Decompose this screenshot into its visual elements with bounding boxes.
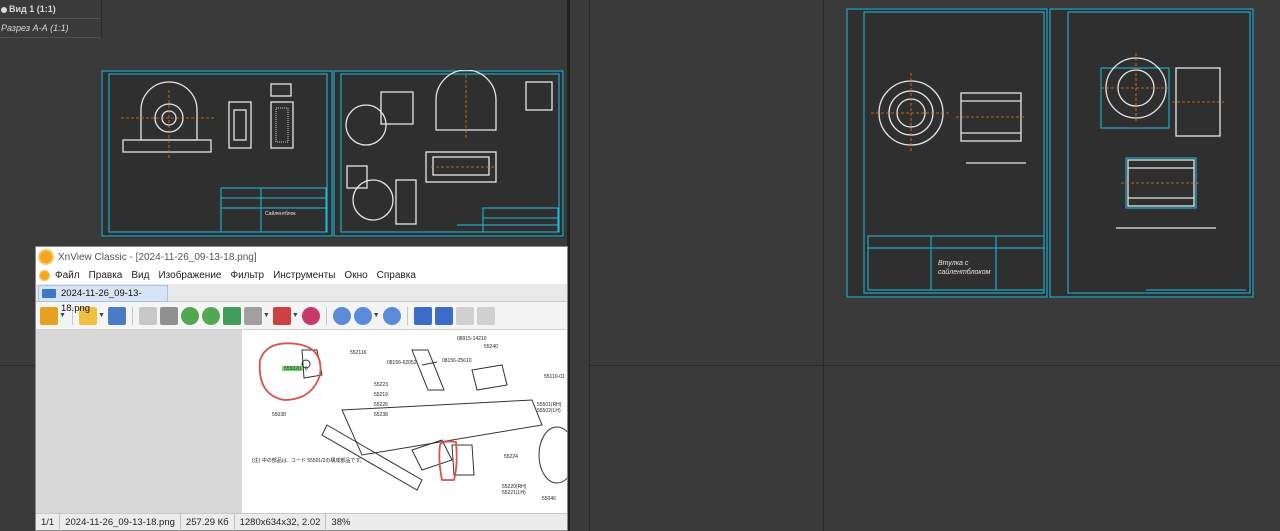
- menu-item-edit[interactable]: Правка: [89, 270, 123, 281]
- status-page: 1/1: [36, 513, 61, 531]
- chevron-down-icon[interactable]: ▼: [292, 312, 299, 319]
- title-block-text: Втулка с: [938, 260, 969, 267]
- export-icon[interactable]: [222, 306, 241, 325]
- color-adjust-icon[interactable]: [272, 306, 291, 325]
- chevron-down-icon[interactable]: ▼: [373, 312, 380, 319]
- tab-image[interactable]: 2024-11-26_09-13-18.png: [38, 285, 168, 314]
- part-label: 55240: [484, 344, 498, 350]
- image-viewport[interactable]: 55502(LH) 55211K 08915-14210 08156-62052…: [36, 330, 567, 514]
- panel-divider[interactable]: [589, 0, 590, 531]
- app-menu-icon[interactable]: [40, 271, 49, 280]
- zoom-in-icon[interactable]: [332, 306, 351, 325]
- part-label: 55223: [374, 382, 388, 388]
- toolbar-separator: [131, 306, 133, 325]
- zoom-icon[interactable]: [353, 306, 372, 325]
- menu-item-image[interactable]: Изображение: [158, 270, 221, 281]
- panel-divider: [823, 365, 1280, 366]
- title-block-text: сайлентблоком: [938, 268, 991, 276]
- part-label: 08156-62052: [387, 360, 417, 366]
- undo-icon[interactable]: [138, 306, 157, 325]
- part-label: 55110-01: [544, 374, 565, 380]
- effects-icon[interactable]: [301, 306, 320, 325]
- part-label: 55219: [374, 392, 388, 398]
- toolbar-separator: [325, 306, 327, 325]
- part-label: 55046: [542, 496, 556, 502]
- tree-item-label: Вид 1 (1:1): [9, 4, 56, 14]
- chevron-down-icon[interactable]: ▼: [263, 312, 270, 319]
- drawing-sheet-left[interactable]: Сайлентблок: [101, 70, 565, 238]
- menu-bar: Файл Правка Вид Изображение Фильтр Инстр…: [36, 267, 567, 284]
- part-label: 55221(LH): [502, 490, 526, 496]
- bullet-icon: [1, 6, 7, 13]
- tree-item-label: Разрез А-А (1:1): [1, 23, 69, 33]
- zoom-out-icon[interactable]: [382, 306, 401, 325]
- crop-icon[interactable]: [159, 306, 178, 325]
- part-label: 55211K: [350, 350, 368, 356]
- toolbar-separator: [406, 306, 408, 325]
- tree-item-view1[interactable]: Вид 1 (1:1): [0, 0, 101, 19]
- image-note: (注) 中の部品は.. コード 55501/2の構成部品です。: [252, 457, 365, 464]
- status-filesize: 257.29 Кб: [181, 513, 235, 531]
- rotate-right-icon[interactable]: [201, 306, 220, 325]
- part-label: 55502(LH): [284, 366, 308, 372]
- save-icon[interactable]: [107, 306, 126, 325]
- tree-item-section[interactable]: Разрез А-А (1:1): [0, 19, 101, 38]
- status-zoom: 38%: [331, 516, 351, 528]
- window-titlebar[interactable]: XnView Classic - [2024-11-26_09-13-18.pn…: [36, 247, 567, 267]
- menu-item-filter[interactable]: Фильтр: [230, 270, 264, 281]
- toolbar: ▼ ▼ ▼ ▼ ▼: [36, 302, 567, 330]
- part-label: 55502(LH): [537, 408, 561, 414]
- panel-divider: [589, 365, 823, 366]
- next-icon[interactable]: [434, 306, 453, 325]
- image-icon: [42, 289, 56, 298]
- menu-item-tools[interactable]: Инструменты: [273, 270, 335, 281]
- panel-divider[interactable]: [823, 0, 824, 531]
- menu-item-help[interactable]: Справка: [377, 270, 416, 281]
- part-label: 55226: [374, 402, 388, 408]
- first-page-icon[interactable]: [455, 306, 474, 325]
- rotate-left-icon[interactable]: [180, 306, 199, 325]
- panel-divider: [0, 365, 35, 366]
- drawing-sheet-right[interactable]: Втулка с сайлентблоком: [846, 8, 1254, 298]
- menu-item-view[interactable]: Вид: [131, 270, 149, 281]
- xnview-window[interactable]: XnView Classic - [2024-11-26_09-13-18.pn…: [35, 246, 568, 531]
- model-tree: Вид 1 (1:1) Разрез А-А (1:1): [0, 0, 101, 38]
- window-title: XnView Classic - [2024-11-26_09-13-18.pn…: [58, 251, 257, 263]
- last-page-icon[interactable]: [476, 306, 495, 325]
- status-dimensions: 1280x634x32, 2.02: [235, 513, 327, 531]
- displayed-image[interactable]: 55502(LH) 55211K 08915-14210 08156-62052…: [242, 330, 567, 514]
- menu-item-file[interactable]: Файл: [55, 270, 80, 281]
- menu-item-window[interactable]: Окно: [344, 270, 367, 281]
- tab-bar: 2024-11-26_09-13-18.png: [36, 284, 567, 314]
- resize-icon[interactable]: [243, 306, 262, 325]
- part-label: 55238: [374, 412, 388, 418]
- xnview-logo-icon: [40, 251, 52, 263]
- status-bar: 1/1 2024-11-26_09-13-18.png 257.29 Кб 12…: [36, 513, 567, 531]
- part-label: 55224: [504, 454, 518, 460]
- part-label: 55038: [272, 412, 286, 418]
- chevron-down-icon[interactable]: ▼: [98, 312, 105, 319]
- svg-text:Сайлентблок: Сайлентблок: [265, 210, 296, 217]
- browser-icon[interactable]: [40, 306, 58, 325]
- status-filename: 2024-11-26_09-13-18.png: [60, 513, 181, 531]
- panel-divider[interactable]: [101, 0, 102, 38]
- previous-icon[interactable]: [413, 306, 432, 325]
- part-label: 08915-14210: [457, 336, 487, 342]
- part-label: 08156-25610: [442, 358, 472, 364]
